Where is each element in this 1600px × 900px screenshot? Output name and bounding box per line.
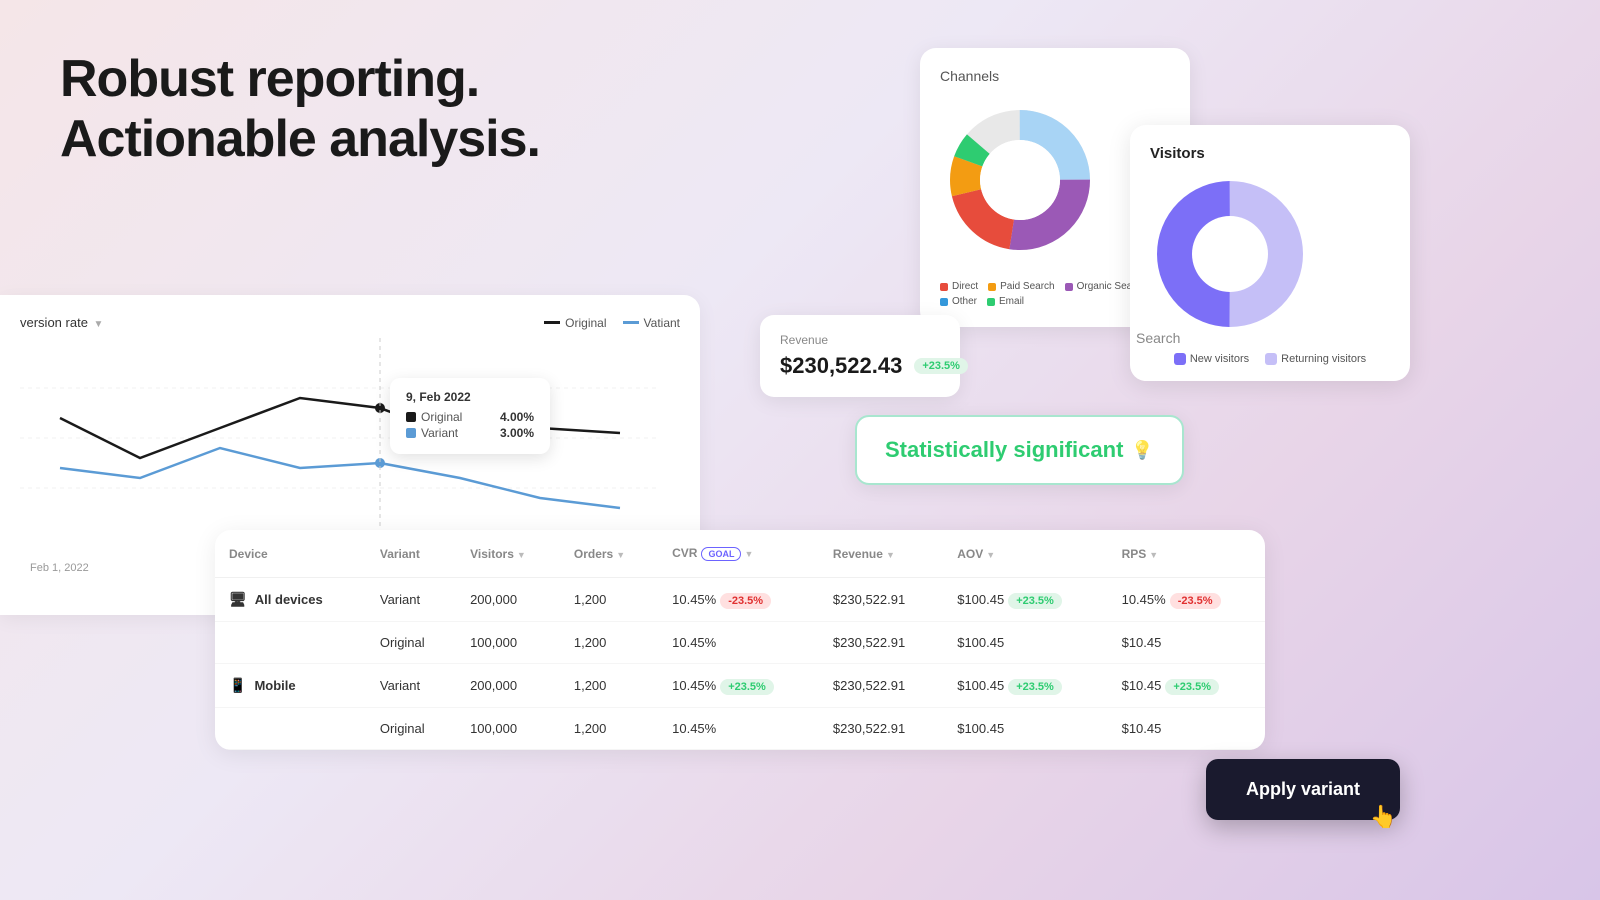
aov-badge-green: +23.5%	[1008, 679, 1062, 695]
legend-direct: Direct	[952, 281, 978, 292]
cvr-cell: 10.45%+23.5%	[658, 664, 819, 708]
revenue-cell: $230,522.91	[819, 578, 943, 622]
aov-cell: $100.45+23.5%	[943, 578, 1107, 622]
orders-cell: 1,200	[560, 664, 658, 708]
stat-sig-card: Statistically significant 💡	[855, 415, 1184, 485]
table-header-row: Device Variant Visitors▼ Orders▼ CVRGOAL…	[215, 530, 1265, 578]
revenue-cell: $230,522.91	[819, 708, 943, 750]
rps-cell: $10.45	[1108, 622, 1265, 664]
orders-cell: 1,200	[560, 622, 658, 664]
col-variant: Variant	[366, 530, 456, 578]
chart-container: 9, Feb 2022 Original 4.00% Variant 3.00%	[20, 338, 680, 558]
hero-text: Robust reporting. Actionable analysis.	[60, 50, 540, 170]
stat-sig-text: Statistically significant 💡	[885, 437, 1154, 463]
revenue-cell: $230,522.91	[819, 622, 943, 664]
chart-tooltip: 9, Feb 2022 Original 4.00% Variant 3.00%	[390, 378, 550, 454]
data-table: Device Variant Visitors▼ Orders▼ CVRGOAL…	[215, 530, 1265, 750]
visitors-legend: New visitors Returning visitors	[1150, 353, 1390, 365]
rps-badge-green: +23.5%	[1165, 679, 1219, 695]
table-row: Original 100,000 1,200 10.45% $230,522.9…	[215, 622, 1265, 664]
revenue-label: Revenue	[780, 333, 940, 347]
variant-cell: Original	[366, 622, 456, 664]
col-orders[interactable]: Orders▼	[560, 530, 658, 578]
legend-variant: Vatiant	[623, 316, 680, 330]
variant-cell: Variant	[366, 664, 456, 708]
legend-new-visitors: New visitors	[1190, 353, 1249, 365]
chart-header: version rate ▼ Original Vatiant	[20, 315, 680, 330]
rps-cell: $10.45	[1108, 708, 1265, 750]
tooltip-date: 9, Feb 2022	[406, 390, 534, 404]
orders-cell: 1,200	[560, 578, 658, 622]
info-icon: 💡	[1131, 440, 1153, 461]
col-revenue[interactable]: Revenue▼	[819, 530, 943, 578]
aov-cell: $100.45	[943, 708, 1107, 750]
search-label: Search	[1136, 330, 1180, 346]
visitors-cell: 100,000	[456, 622, 560, 664]
apply-variant-button[interactable]: Apply variant	[1206, 759, 1400, 820]
cvr-cell: 10.45%-23.5%	[658, 578, 819, 622]
stat-sig-label: Statistically significant	[885, 437, 1123, 463]
aov-cell: $100.45	[943, 622, 1107, 664]
channels-title: Channels	[940, 68, 1170, 84]
device-name: Mobile	[254, 678, 295, 693]
rps-cell: $10.45+23.5%	[1108, 664, 1265, 708]
cvr-badge-green: +23.5%	[720, 679, 774, 695]
col-cvr[interactable]: CVRGOAL▼	[658, 530, 819, 578]
visitors-donut-chart	[1150, 174, 1310, 334]
variant-cell: Variant	[366, 578, 456, 622]
mobile-icon: 📱	[229, 677, 246, 694]
all-devices-icon: 🖥	[229, 591, 247, 608]
col-rps[interactable]: RPS▼	[1108, 530, 1265, 578]
chart-legend: Original Vatiant	[544, 316, 680, 330]
revenue-card: Revenue $230,522.43 +23.5%	[760, 315, 960, 397]
hero-line1: Robust reporting.	[60, 50, 540, 110]
legend-returning-visitors: Returning visitors	[1281, 353, 1366, 365]
legend-paid-search: Paid Search	[1000, 281, 1054, 292]
rps-cell: 10.45%-23.5%	[1108, 578, 1265, 622]
version-rate-label: version rate	[20, 315, 88, 330]
device-name: All devices	[255, 592, 323, 607]
tooltip-row-variant: Variant 3.00%	[406, 426, 534, 440]
table-row: 📱 Mobile Variant 200,000 1,200 10.45%+23.…	[215, 664, 1265, 708]
col-visitors[interactable]: Visitors▼	[456, 530, 560, 578]
aov-badge-green: +23.5%	[1008, 593, 1062, 609]
aov-cell: $100.45+23.5%	[943, 664, 1107, 708]
visitors-title: Visitors	[1150, 145, 1390, 162]
revenue-cell: $230,522.91	[819, 664, 943, 708]
cvr-cell: 10.45%	[658, 622, 819, 664]
hero-line2: Actionable analysis.	[60, 110, 540, 170]
visitors-cell: 100,000	[456, 708, 560, 750]
version-rate-selector[interactable]: version rate ▼	[20, 315, 103, 330]
visitors-cell: 200,000	[456, 578, 560, 622]
visitors-cell: 200,000	[456, 664, 560, 708]
cvr-badge-red: -23.5%	[720, 593, 771, 609]
revenue-badge: +23.5%	[914, 358, 968, 374]
tooltip-row-original: Original 4.00%	[406, 410, 534, 424]
orders-cell: 1,200	[560, 708, 658, 750]
rps-badge-red: -23.5%	[1170, 593, 1221, 609]
legend-other: Other	[952, 296, 977, 307]
table-row: 🖥 All devices Variant 200,000 1,200 10.45…	[215, 578, 1265, 622]
col-device: Device	[215, 530, 366, 578]
table-row: Original 100,000 1,200 10.45% $230,522.9…	[215, 708, 1265, 750]
chevron-down-icon: ▼	[94, 319, 104, 330]
legend-original: Original	[544, 316, 606, 330]
line-chart-svg	[20, 338, 660, 548]
revenue-value: $230,522.43 +23.5%	[780, 353, 940, 379]
cvr-cell: 10.45%	[658, 708, 819, 750]
revenue-amount: $230,522.43	[780, 353, 902, 379]
channels-donut-chart	[940, 100, 1100, 260]
col-aov[interactable]: AOV▼	[943, 530, 1107, 578]
legend-email: Email	[999, 296, 1024, 307]
variant-cell: Original	[366, 708, 456, 750]
